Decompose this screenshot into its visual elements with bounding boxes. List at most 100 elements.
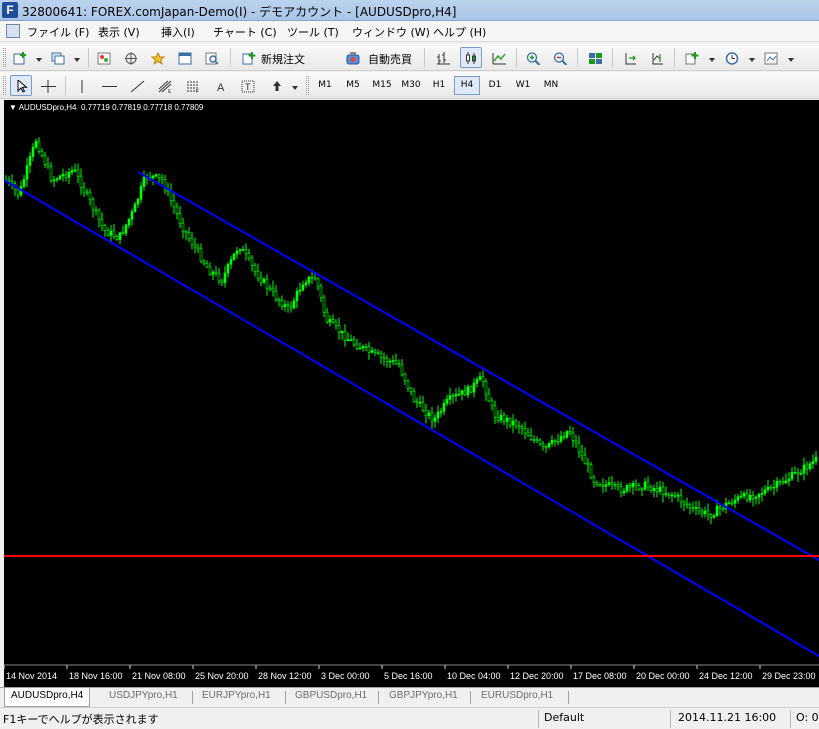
menu-tools[interactable]: ツール (T): [287, 24, 339, 40]
auto-trading-button[interactable]: 自動売買: [342, 47, 416, 68]
candle-body: [295, 290, 299, 302]
terminal-icon: [178, 52, 192, 65]
horizontal-line-button[interactable]: [98, 75, 120, 96]
zoom-out-button[interactable]: [549, 47, 571, 68]
candle-body: [595, 481, 599, 485]
candle-body: [22, 179, 26, 187]
candle-body: [766, 486, 770, 491]
candle-body: [376, 352, 380, 354]
candle-body: [88, 191, 92, 201]
candle-body: [391, 360, 395, 362]
navigator-button[interactable]: [147, 47, 169, 68]
auto-scroll-button[interactable]: [619, 47, 641, 68]
toolbar-grip[interactable]: [306, 76, 309, 95]
text-label-button[interactable]: T: [237, 75, 259, 96]
candle-body: [493, 405, 497, 418]
text-button[interactable]: A: [210, 75, 232, 96]
candle-body: [520, 426, 524, 429]
profiles-button[interactable]: [47, 47, 81, 68]
timeframe-m15[interactable]: M15: [368, 76, 396, 95]
candle-body: [184, 231, 188, 234]
candle-body: [484, 381, 488, 395]
menu-insert[interactable]: 挿入(I): [161, 24, 195, 40]
candle-body: [433, 417, 437, 422]
tile-windows-button[interactable]: [584, 47, 606, 68]
timeframe-mn[interactable]: MN: [538, 76, 564, 95]
timeframe-m30[interactable]: M30: [397, 76, 425, 95]
candlestick-button[interactable]: [460, 47, 482, 68]
candle-body: [694, 507, 698, 509]
candle-body: [307, 276, 311, 284]
candle-body: [616, 484, 620, 487]
collapse-arrow-icon[interactable]: ▼: [9, 103, 19, 112]
tab-eurusd-h1[interactable]: EURUSDpro,H1: [475, 688, 559, 707]
trendline-button[interactable]: [126, 75, 148, 96]
candle-body: [505, 417, 509, 422]
terminal-button[interactable]: [174, 47, 196, 68]
crosshair-button[interactable]: [37, 75, 59, 96]
child-window-icon[interactable]: [6, 24, 20, 38]
candle-body: [238, 249, 242, 252]
chart-canvas[interactable]: 14 Nov 2014 18 Nov 16:00 21 Nov 08:00 25 No…: [4, 100, 819, 687]
indicators-button[interactable]: [681, 47, 717, 68]
candle-body: [478, 376, 482, 380]
vertical-line-button[interactable]: [71, 75, 93, 96]
price-chart[interactable]: 14 Nov 2014 18 Nov 16:00 21 Nov 08:00 25 No…: [4, 100, 819, 687]
candle-body: [613, 483, 617, 486]
toolbar-grip[interactable]: [3, 48, 6, 67]
equidistant-channel-button[interactable]: E: [154, 75, 176, 96]
candle-body: [259, 277, 263, 283]
templates-button[interactable]: [760, 47, 796, 68]
arrows-button[interactable]: [264, 75, 300, 96]
candle-body: [787, 478, 791, 482]
timeframe-m5[interactable]: M5: [340, 76, 366, 95]
market-watch-button[interactable]: [93, 47, 115, 68]
candle-body: [133, 203, 137, 212]
menu-help[interactable]: ヘルプ (H): [433, 24, 486, 40]
title-bar: F 32800641: FOREX.comJapan-Demo(I) - デモア…: [0, 0, 819, 21]
candle-body: [427, 412, 431, 417]
candle-body: [304, 282, 308, 286]
menu-window[interactable]: ウィンドウ (W): [352, 24, 430, 40]
cursor-button[interactable]: [10, 75, 32, 96]
toolbar-separator: [65, 76, 66, 95]
toolbar-grip[interactable]: [3, 76, 6, 95]
candle-body: [667, 493, 671, 496]
new-order-button[interactable]: 新規注文: [238, 47, 313, 68]
data-window-button[interactable]: [120, 47, 142, 68]
timeframe-h4[interactable]: H4: [454, 76, 480, 95]
tab-usdjpy-h1[interactable]: USDJPYpro,H1: [103, 688, 184, 707]
periods-button[interactable]: [721, 47, 757, 68]
candle-body: [175, 206, 179, 214]
zoom-in-button[interactable]: [522, 47, 544, 68]
candle-body: [343, 330, 347, 341]
timeframe-m1[interactable]: M1: [312, 76, 338, 95]
timeframe-d1[interactable]: D1: [482, 76, 508, 95]
new-chart-button[interactable]: [9, 47, 43, 68]
tab-gbpusd-h1[interactable]: GBPUSDpro,H1: [289, 688, 373, 707]
svg-text:F: F: [196, 89, 199, 93]
status-profile[interactable]: Default: [544, 711, 584, 724]
candle-body: [673, 494, 677, 497]
menu-file[interactable]: ファイル (F): [27, 24, 89, 40]
timeframe-w1[interactable]: W1: [510, 76, 536, 95]
tab-eurjpy-h1[interactable]: EURJPYpro,H1: [196, 688, 277, 707]
menu-chart[interactable]: チャート (C): [213, 24, 277, 40]
svg-text:T: T: [245, 82, 251, 92]
tab-gbpjpy-h1[interactable]: GBPJPYpro,H1: [383, 688, 464, 707]
x-axis-tick-label: 10 Dec 04:00: [447, 671, 501, 681]
bar-chart-button[interactable]: [432, 47, 454, 68]
fibonacci-button[interactable]: F: [182, 75, 204, 96]
candle-body: [208, 266, 212, 275]
timeframe-h1[interactable]: H1: [426, 76, 452, 95]
chevron-down-icon: [749, 58, 755, 62]
chart-shift-button[interactable]: [646, 47, 668, 68]
new-order-icon: [242, 52, 256, 65]
tab-audusd-h4[interactable]: AUDUSDpro,H4: [4, 688, 91, 707]
candle-body: [46, 164, 50, 167]
line-chart-button[interactable]: [488, 47, 510, 68]
candle-body: [772, 486, 776, 489]
candle-body: [565, 431, 569, 438]
strategy-tester-button[interactable]: [201, 47, 223, 68]
menu-view[interactable]: 表示 (V): [98, 24, 140, 40]
